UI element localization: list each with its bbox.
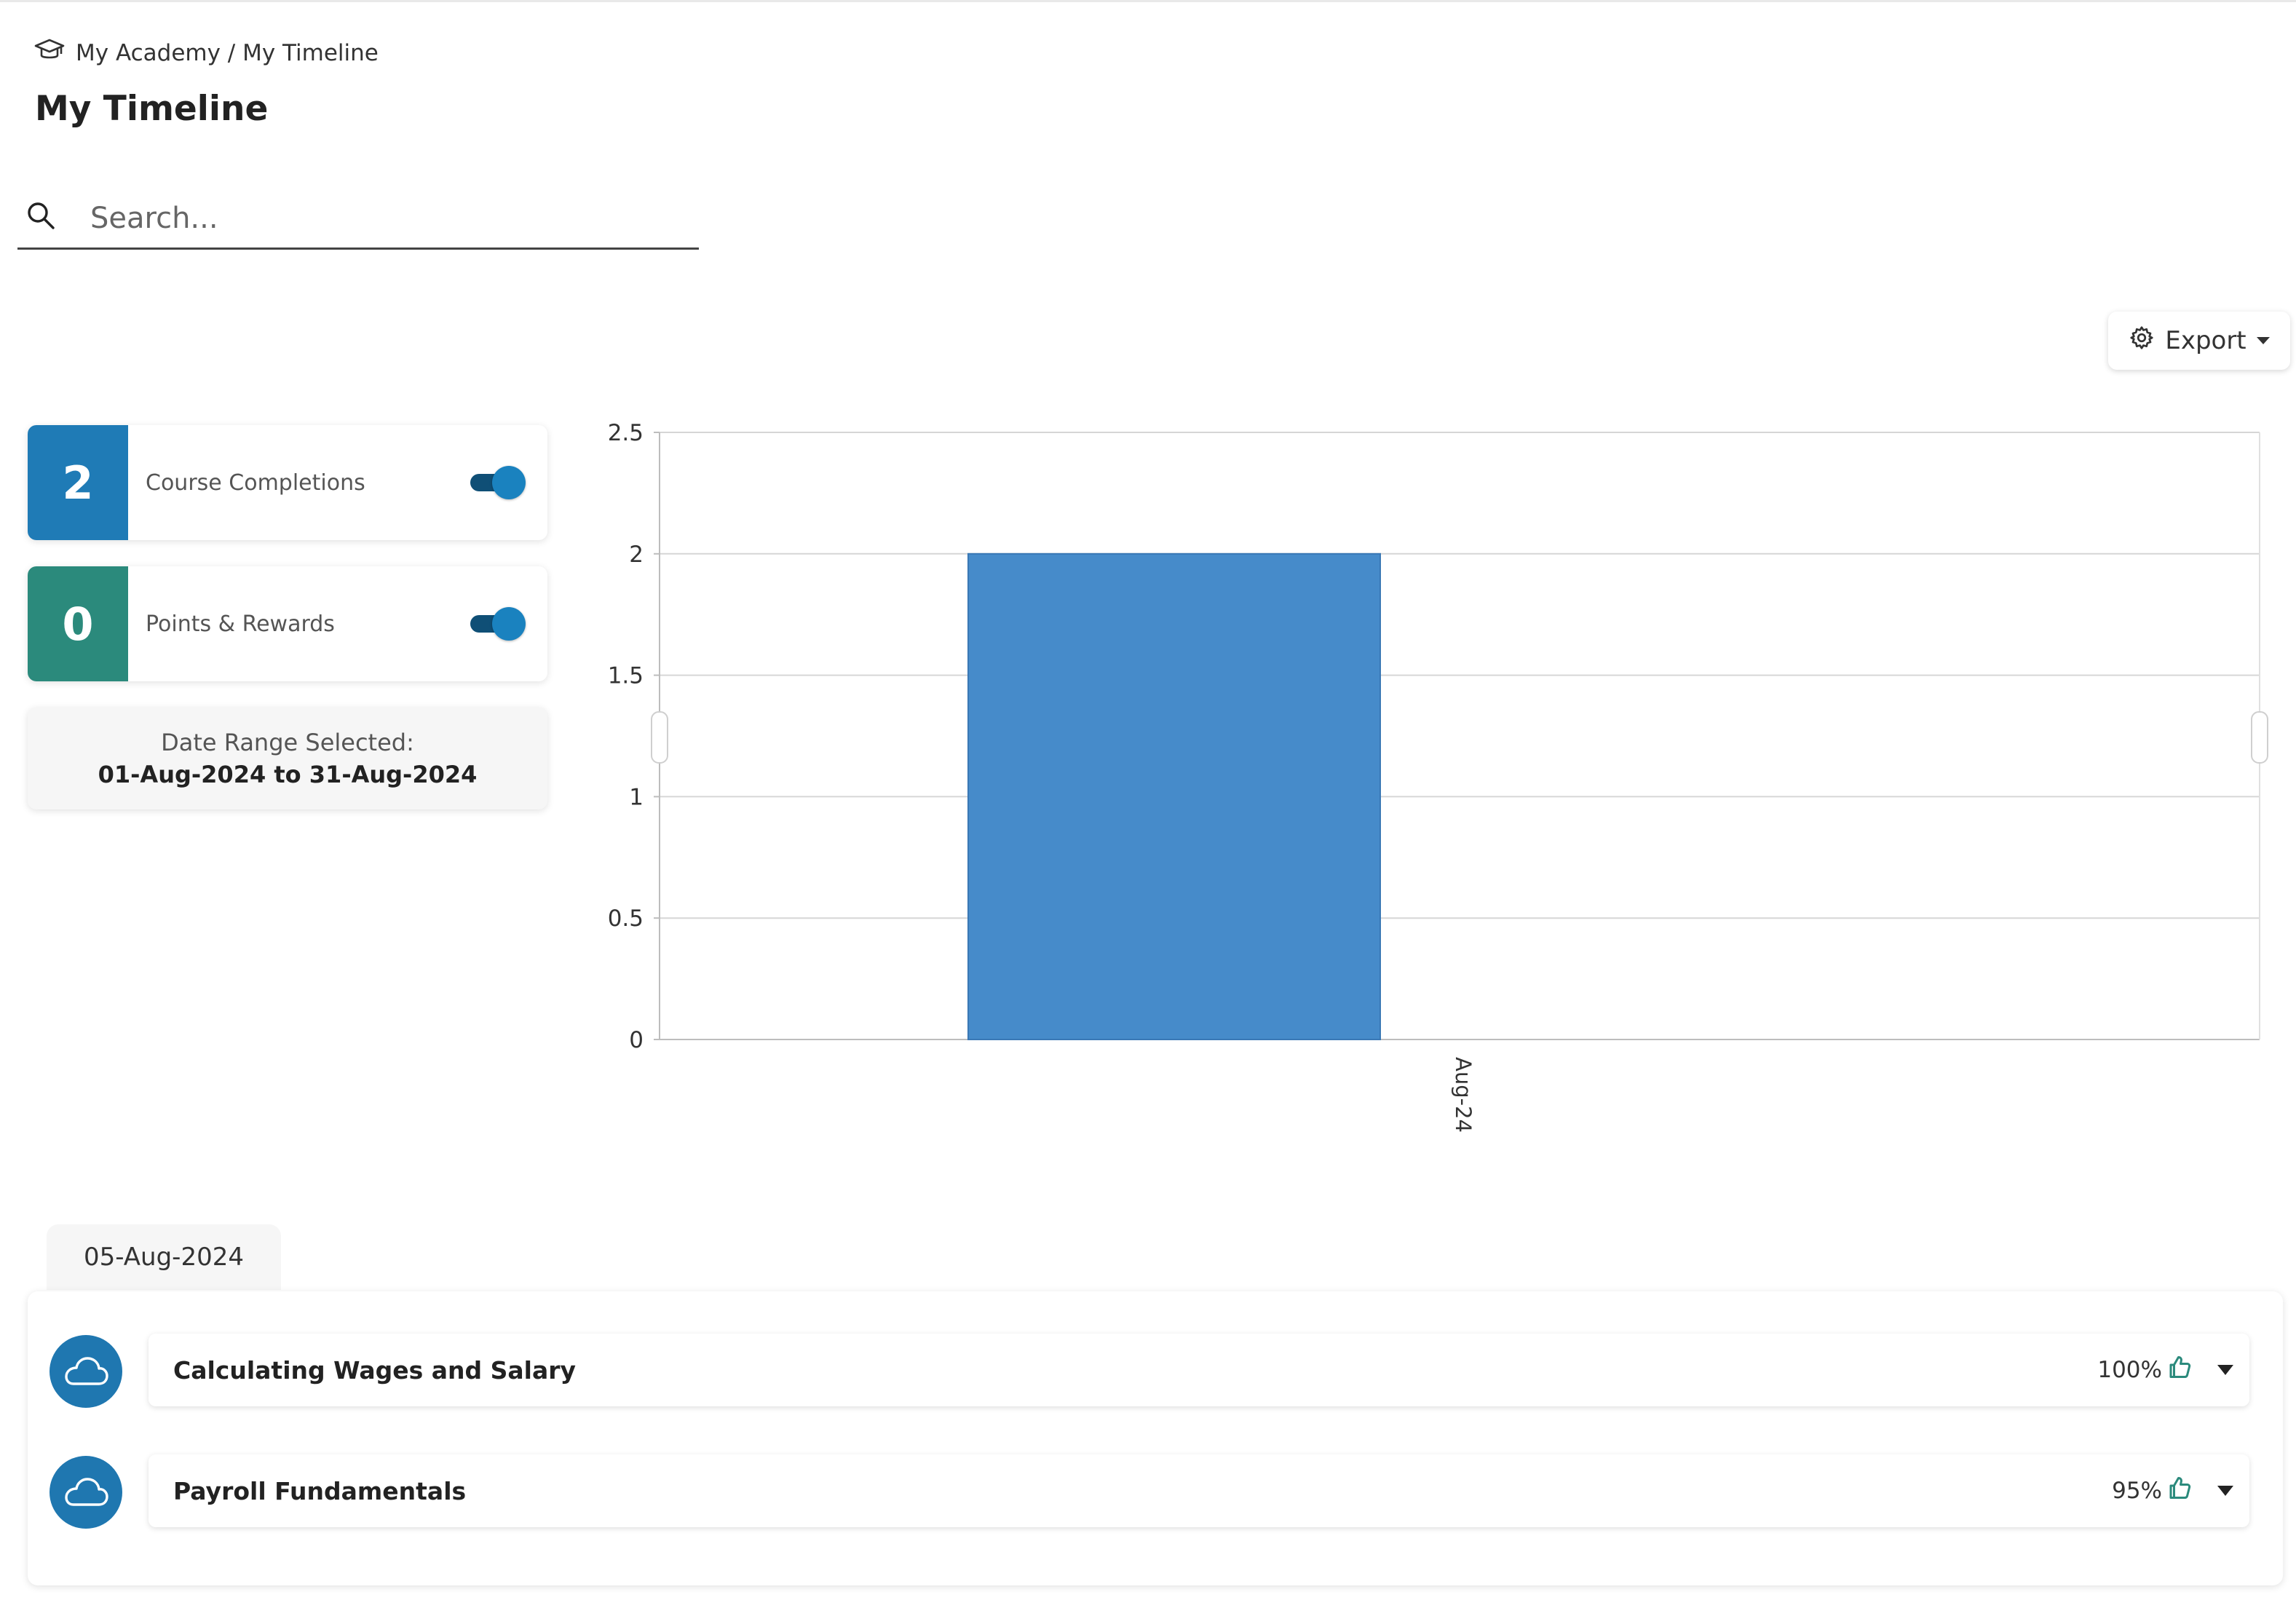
export-button[interactable]: Export [2108, 312, 2290, 370]
stat-card-course-completions: 2 Course Completions [28, 425, 547, 540]
timeline-date-tab: 05-Aug-2024 [47, 1224, 281, 1290]
chart-bar [967, 552, 1381, 1041]
timeline-panel: Calculating Wages and Salary 100% Payrol… [28, 1291, 2283, 1585]
search-input[interactable] [89, 197, 674, 240]
expand-arrow-icon[interactable] [2217, 1365, 2233, 1375]
y-tick-label: 2 [629, 542, 644, 568]
thumbs-up-icon [2166, 1354, 2193, 1386]
stat-value: 0 [28, 566, 128, 681]
toggle-knob [492, 607, 526, 641]
page-title: My Timeline [35, 89, 269, 129]
graduation-cap-icon [33, 38, 66, 68]
search-bar [17, 191, 699, 250]
score-value: 95% [2112, 1478, 2162, 1504]
stat-label: Course Completions [146, 470, 365, 496]
y-tick-label: 0.5 [608, 906, 644, 932]
range-handle [651, 711, 668, 764]
stat-value: 2 [28, 425, 128, 540]
thumbs-up-icon [2166, 1475, 2193, 1507]
y-tick-label: 2.5 [608, 420, 644, 446]
range-handle [2251, 711, 2268, 764]
toggle-knob [492, 466, 526, 499]
export-label: Export [2165, 326, 2246, 355]
course-completions-chart: 0 0.5 1 1.5 2 2.5 Aug-24 [608, 420, 2268, 1133]
course-title: Payroll Fundamentals [173, 1476, 467, 1505]
score-value: 100% [2097, 1357, 2162, 1383]
stat-card-points-rewards: 0 Points & Rewards [28, 566, 547, 681]
timeline-item: Calculating Wages and Salary 100% [28, 1331, 2283, 1411]
y-tick-label: 1 [629, 784, 644, 810]
date-range-heading: Date Range Selected: [161, 729, 414, 756]
course-row[interactable]: Calculating Wages and Salary 100% [149, 1334, 2249, 1406]
chevron-down-icon [2256, 337, 2270, 344]
course-score: 100% [2097, 1334, 2193, 1406]
expand-arrow-icon[interactable] [2217, 1486, 2233, 1496]
course-row[interactable]: Payroll Fundamentals 95% [149, 1454, 2249, 1527]
course-title: Calculating Wages and Salary [173, 1355, 577, 1385]
date-range-card: Date Range Selected: 01-Aug-2024 to 31-A… [28, 708, 547, 809]
top-border [0, 0, 2296, 2]
cloud-icon [50, 1335, 122, 1408]
y-tick-label: 0 [629, 1027, 644, 1053]
course-score: 95% [2112, 1454, 2193, 1527]
search-icon[interactable] [25, 199, 57, 231]
course-completions-toggle[interactable] [469, 466, 527, 499]
timeline-item: Payroll Fundamentals 95% [28, 1451, 2283, 1532]
y-tick-label: 1.5 [608, 663, 644, 689]
breadcrumb-text[interactable]: My Academy / My Timeline [76, 40, 379, 66]
x-tick-label: Aug-24 [1451, 1057, 1476, 1133]
stat-label: Points & Rewards [146, 611, 335, 637]
gear-icon [2129, 325, 2155, 357]
breadcrumb: My Academy / My Timeline [33, 36, 379, 70]
cloud-icon [50, 1456, 122, 1529]
points-rewards-toggle[interactable] [469, 607, 527, 641]
date-range-value: 01-Aug-2024 to 31-Aug-2024 [98, 761, 478, 788]
